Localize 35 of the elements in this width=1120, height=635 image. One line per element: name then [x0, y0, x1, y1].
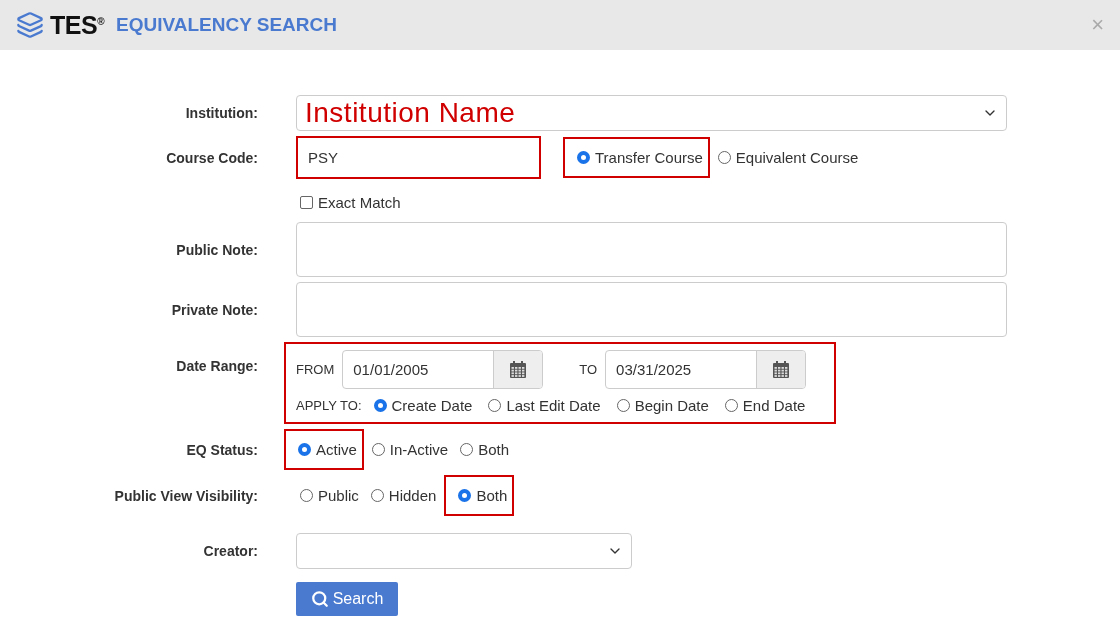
field-label: Public View Visibility: [114, 487, 258, 504]
exact-match-checkbox[interactable]: Exact Match [296, 192, 405, 213]
brand-name: TES$^{®}$ [50, 10, 104, 40]
institution-select[interactable]: Institution Name [296, 95, 1007, 131]
layers-icon [16, 11, 44, 39]
radio-option[interactable]: Both [444, 475, 515, 516]
radio-option[interactable]: Active [284, 429, 364, 470]
field-label: Course Code: [166, 149, 258, 166]
radio-option[interactable]: Last Edit Date [484, 395, 605, 416]
field-label: Public Note: [176, 241, 258, 258]
radio-option[interactable]: Equivalent Course [713, 147, 863, 168]
public-note-field[interactable] [296, 222, 1007, 277]
radio-option[interactable]: Public [296, 485, 363, 506]
field-label: Private Note: [171, 301, 258, 318]
radio-option[interactable]: In-Active [367, 439, 453, 460]
radio-option[interactable]: Both [456, 439, 514, 460]
field-label: Institution: [185, 105, 258, 121]
radio-option[interactable]: End Date [720, 395, 810, 416]
search-icon [310, 590, 329, 608]
radio-option[interactable]: Transfer Course [563, 137, 710, 178]
field-label: Date Range: [176, 357, 258, 374]
radio-option[interactable]: Create Date [369, 395, 477, 416]
private-note-field[interactable] [296, 282, 1007, 337]
annotation-text: Institution Name [305, 97, 517, 129]
field-label: Creator: [203, 543, 258, 559]
radio-option[interactable]: Hidden [366, 485, 441, 506]
to-label: TO [579, 362, 598, 377]
field-label: EQ Status: [186, 441, 258, 458]
dialog-title: EQUIVALENCY SEARCH [116, 14, 338, 36]
radio-option[interactable]: Begin Date [612, 395, 713, 416]
search-button[interactable]: Search [296, 582, 398, 616]
creator-select[interactable] [296, 533, 632, 569]
from-label: FROM [296, 362, 335, 377]
course-code-field[interactable]: PSY [296, 136, 541, 179]
apply-to-label: APPLY TO: [296, 398, 362, 413]
